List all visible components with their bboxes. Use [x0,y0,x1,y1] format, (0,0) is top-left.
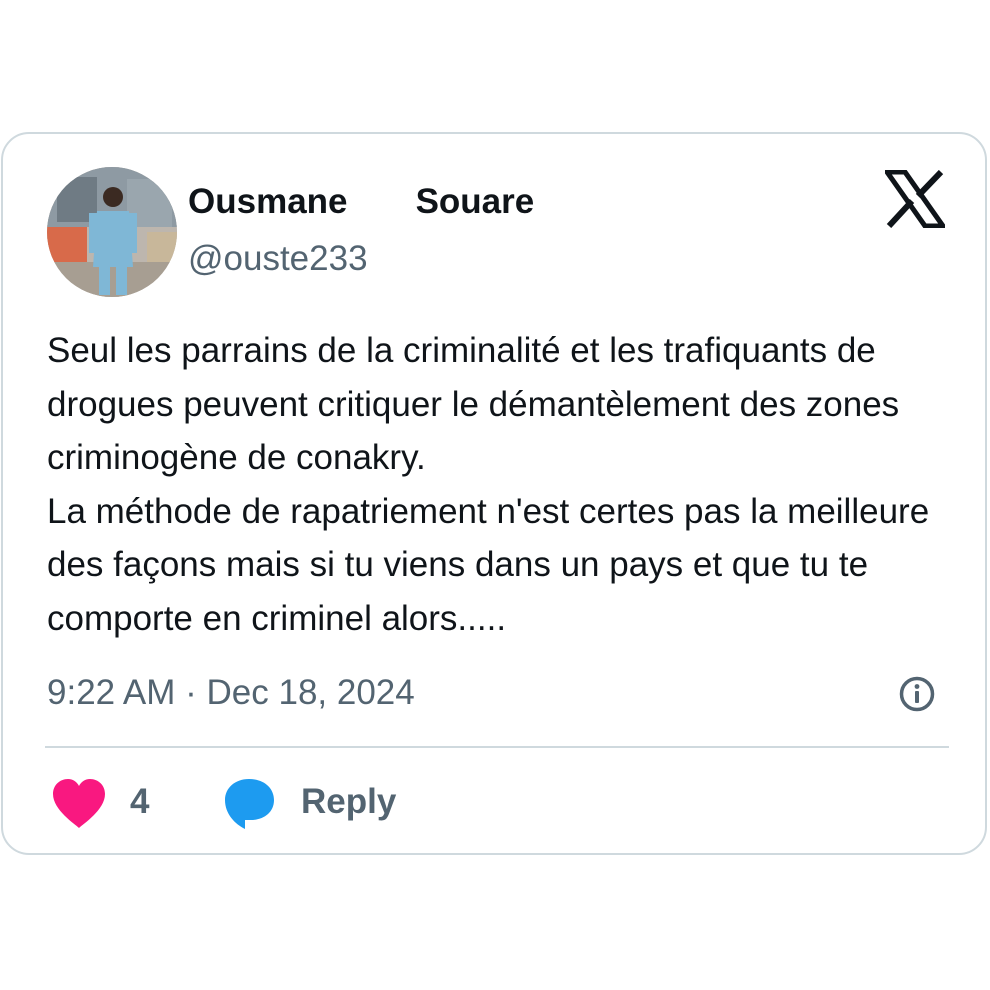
avatar-photo [47,167,177,297]
tweet-card: Ousmane Souare @ouste233 Seul les parrai… [1,132,987,855]
x-logo-icon[interactable] [882,169,948,229]
author-display-name[interactable]: Ousmane Souare [188,180,534,224]
like-button[interactable] [51,778,107,830]
author-handle[interactable]: @ouste233 [188,237,368,281]
speech-bubble-icon [225,779,274,829]
avatar[interactable] [47,167,177,297]
tweet-text: Seul les parrains de la criminalité et l… [47,331,930,638]
tweet-timestamp[interactable]: 9:22 AM · Dec 18, 2024 [47,669,415,717]
info-icon[interactable] [898,675,936,713]
like-count: 4 [130,782,150,821]
reply-button[interactable] [221,776,277,832]
reply-label[interactable]: Reply [301,780,396,824]
divider [45,746,949,748]
tweet-actions: 4 Reply [47,774,947,834]
heart-icon [53,779,105,828]
